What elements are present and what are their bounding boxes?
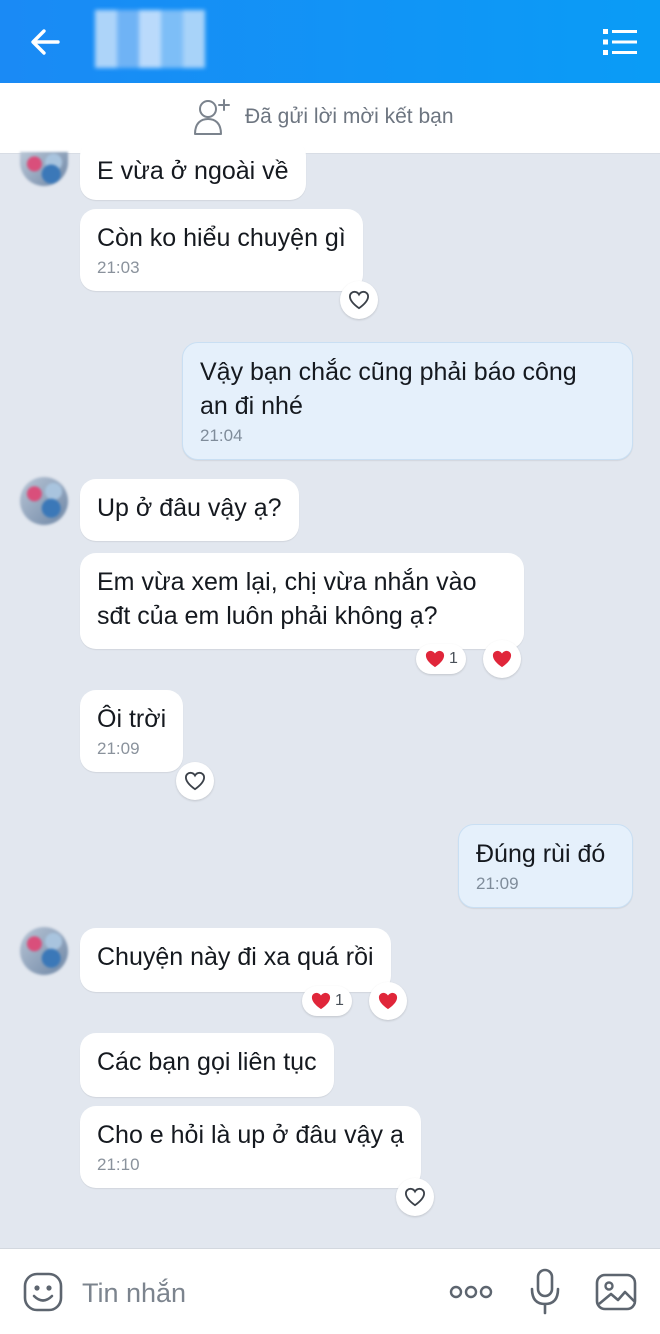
reaction-summary[interactable]: 1 <box>302 986 352 1016</box>
message-bubble[interactable]: Còn ko hiểu chuyện gì 21:03 <box>80 209 363 291</box>
message-text: Còn ko hiểu chuyện gì <box>97 224 346 252</box>
heart-icon <box>492 650 512 668</box>
microphone-icon <box>530 1268 560 1315</box>
arrow-left-icon <box>31 29 60 55</box>
contact-avatar[interactable] <box>20 152 68 186</box>
message-bubble[interactable]: Cho e hỏi là up ở đâu vậy ạ 21:10 <box>80 1106 421 1188</box>
message-time: 21:03 <box>97 258 140 277</box>
message-bubble[interactable]: Em vừa xem lại, chị vừa nhắn vào sđt của… <box>80 553 524 649</box>
sent-message-bubble[interactable]: Đúng rùi đó 21:09 <box>458 824 633 908</box>
image-icon <box>595 1273 637 1311</box>
more-dots-icon <box>449 1285 493 1299</box>
emoji-icon <box>23 1272 63 1312</box>
contact-name-blurred[interactable] <box>95 10 205 68</box>
message-bubble[interactable]: Chuyện này đi xa quá rồi <box>80 928 391 992</box>
message-text: Đúng rùi đó <box>476 840 606 868</box>
voice-message-button[interactable] <box>527 1267 563 1317</box>
send-image-button[interactable] <box>594 1270 638 1314</box>
message-time: 21:09 <box>97 739 140 758</box>
reaction-count: 1 <box>335 992 344 1009</box>
message-input[interactable] <box>80 1271 424 1315</box>
message-time: 21:09 <box>476 874 519 893</box>
message-bubble[interactable]: Up ở đâu vậy ạ? <box>80 479 299 541</box>
message-bubble[interactable]: Các bạn gọi liên tục <box>80 1033 334 1097</box>
heart-icon <box>378 992 398 1010</box>
message-text: Các bạn gọi liên tục <box>97 1048 317 1076</box>
emoji-button[interactable] <box>22 1271 64 1313</box>
like-reaction-button[interactable] <box>176 762 214 800</box>
like-reaction-button[interactable] <box>483 640 521 678</box>
like-reaction-button[interactable] <box>340 281 378 319</box>
friend-request-text: Đã gửi lời mời kết bạn <box>245 105 454 128</box>
heart-outline-icon <box>404 1187 426 1207</box>
like-reaction-button[interactable] <box>396 1178 434 1216</box>
heart-outline-icon <box>184 771 206 791</box>
message-time: 21:04 <box>200 426 243 445</box>
heart-outline-icon <box>348 290 370 310</box>
message-text: Up ở đâu vậy ạ? <box>97 494 282 522</box>
message-text-line: sđt của em luôn phải không ạ? <box>97 602 438 630</box>
message-text-line: Vậy bạn chắc cũng phải báo công <box>200 358 577 386</box>
friend-request-status: Đã gửi lời mời kết bạn <box>193 97 454 137</box>
list-menu-icon <box>603 29 637 55</box>
heart-icon <box>311 992 331 1010</box>
contact-avatar[interactable] <box>20 927 68 975</box>
reaction-summary[interactable]: 1 <box>416 644 466 674</box>
heart-icon <box>425 650 445 668</box>
message-text: Ôi trời <box>97 705 167 733</box>
like-reaction-button[interactable] <box>369 982 407 1020</box>
menu-button[interactable] <box>600 24 640 60</box>
sent-message-bubble[interactable]: Vậy bạn chắc cũng phải báo công an đi nh… <box>182 342 633 460</box>
message-bubble[interactable]: E vừa ở ngoài về <box>80 140 306 200</box>
back-button[interactable] <box>22 22 72 62</box>
message-composer <box>0 1248 660 1334</box>
message-text: Chuyện này đi xa quá rồi <box>97 943 374 971</box>
add-friend-icon <box>194 99 230 135</box>
message-text-line: Em vừa xem lại, chị vừa nhắn vào <box>97 568 477 596</box>
message-bubble[interactable]: Ôi trời 21:09 <box>80 690 184 772</box>
message-text: E vừa ở ngoài về <box>97 157 289 185</box>
header-bar <box>0 0 660 83</box>
reaction-count: 1 <box>449 650 458 667</box>
contact-avatar[interactable] <box>20 477 68 525</box>
message-time: 21:10 <box>97 1155 140 1174</box>
message-text: Cho e hỏi là up ở đâu vậy ạ <box>97 1121 404 1149</box>
message-text-line: an đi nhé <box>200 392 303 420</box>
more-options-button[interactable] <box>447 1277 495 1307</box>
